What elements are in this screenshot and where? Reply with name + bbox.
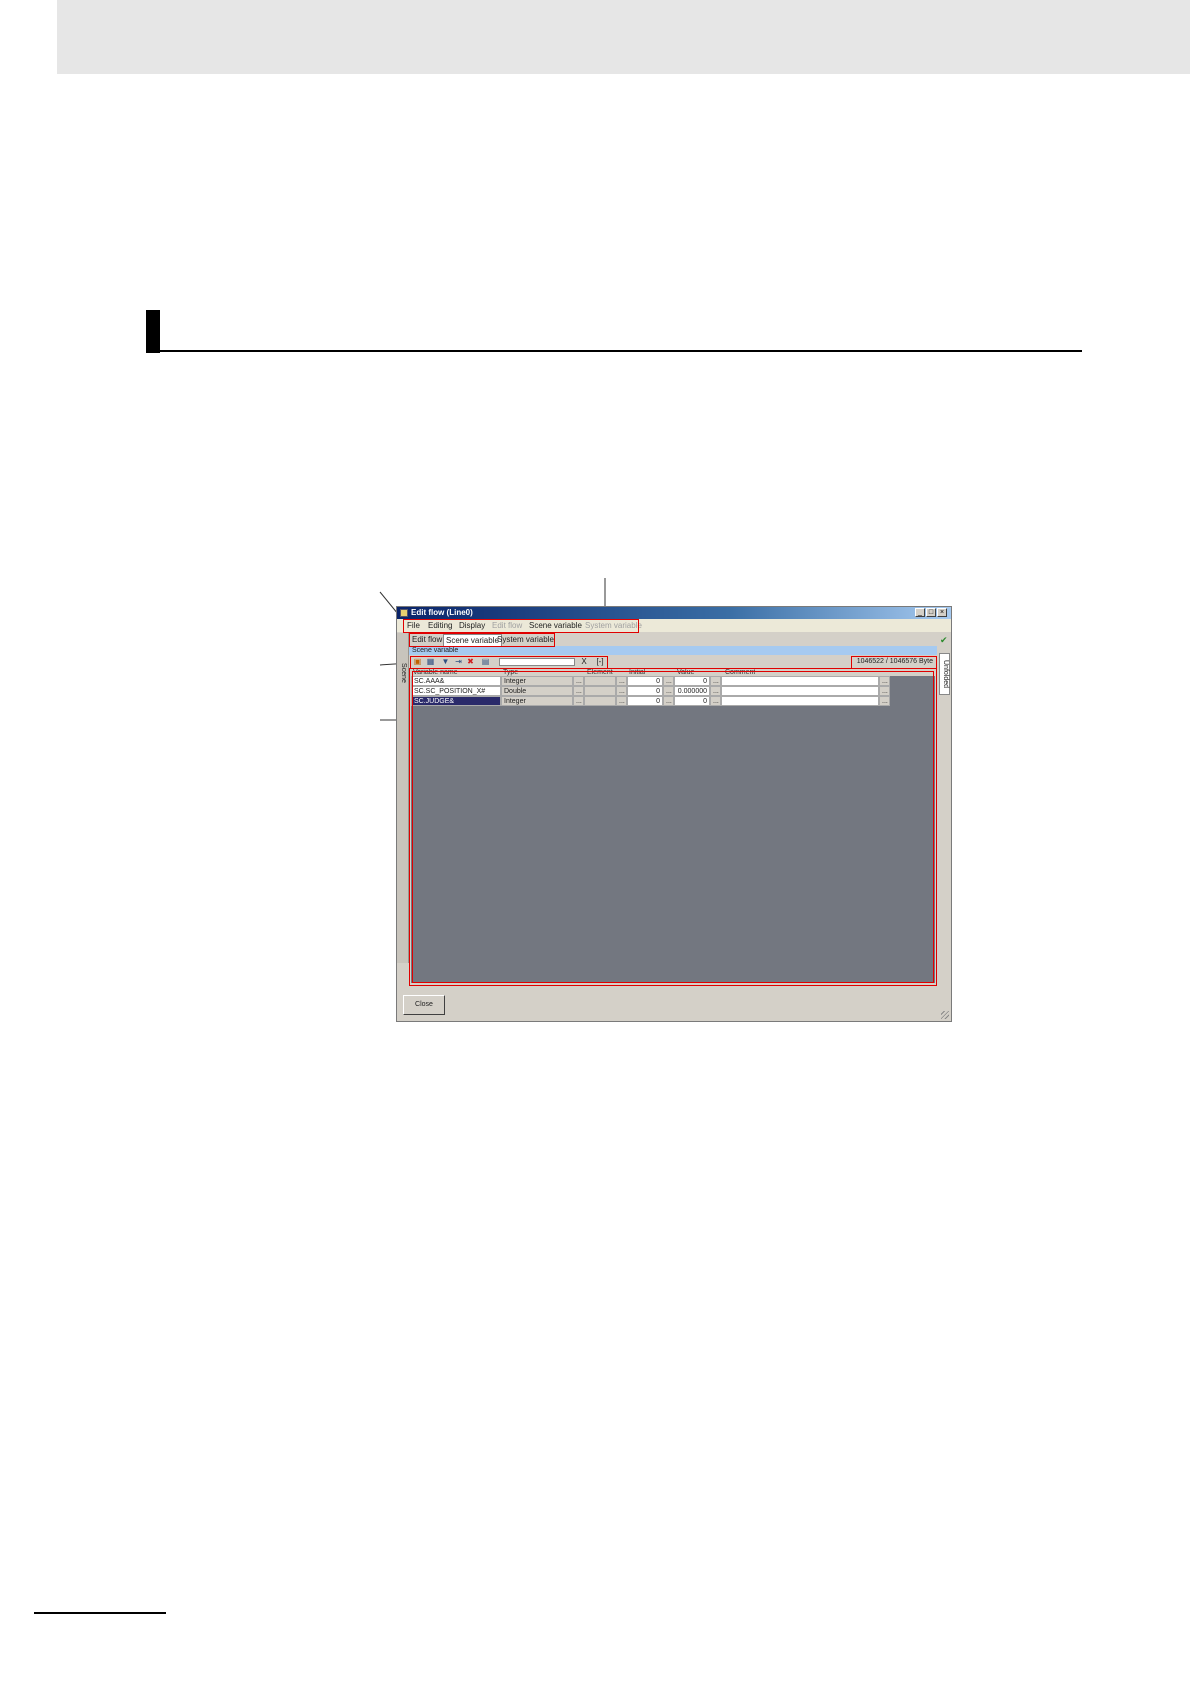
title-bar: Edit flow (Line0) _ □ × — [397, 607, 951, 619]
grid-highlight-inner — [412, 671, 934, 983]
left-side-panel: Scene — [397, 633, 409, 963]
minimize-button[interactable]: _ — [915, 608, 925, 617]
window-title: Edit flow (Line0) — [411, 608, 473, 617]
unfolded-side-tab[interactable]: Unfolded — [939, 653, 950, 695]
close-button[interactable]: Close — [403, 995, 445, 1015]
scene-side-tab[interactable]: Scene — [398, 663, 407, 683]
close-window-button[interactable]: × — [937, 608, 947, 617]
right-side-panel: ✔ Unfolded — [937, 633, 951, 963]
check-icon: ✔ — [940, 635, 948, 645]
resize-grip[interactable] — [941, 1011, 949, 1019]
edit-flow-window: Edit flow (Line0) _ □ × File Editing Dis… — [396, 606, 952, 1022]
menu-highlight-box — [403, 619, 639, 633]
maximize-button[interactable]: □ — [926, 608, 936, 617]
app-icon — [400, 609, 408, 617]
footer-rule — [34, 1612, 166, 1614]
scene-variable-bar: Scene variable — [409, 646, 937, 655]
tab-highlight-box — [409, 633, 555, 647]
